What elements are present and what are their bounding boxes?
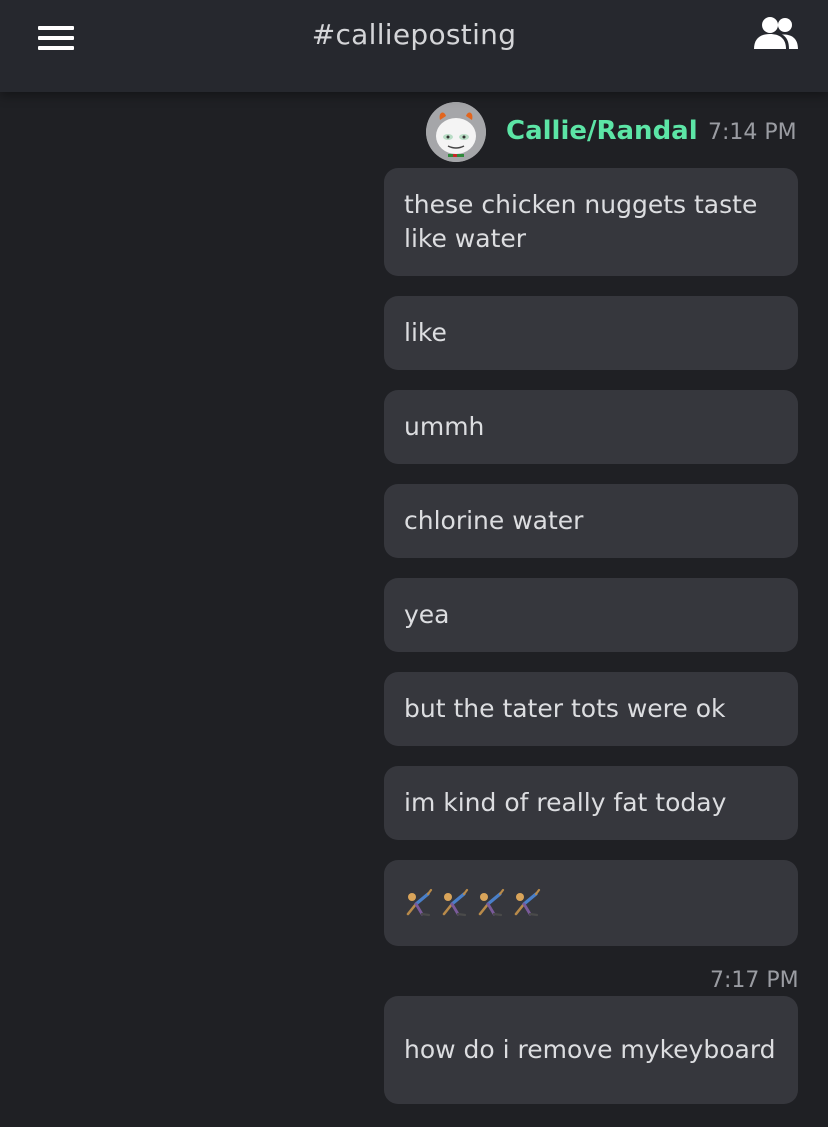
message-bubble[interactable]: but the tater tots were ok xyxy=(384,672,798,746)
person-cartwheeling-emoji xyxy=(514,888,541,917)
message-text: how do i remove mykeyboard xyxy=(404,1035,776,1064)
message-text: im kind of really fat today xyxy=(404,788,727,817)
person-cartwheeling-emoji xyxy=(406,888,433,917)
message-timestamp: 7:17 PM xyxy=(710,968,799,993)
message-timestamp: 7:14 PM xyxy=(708,120,797,145)
message-bubble[interactable]: yea xyxy=(384,578,798,652)
person-cartwheeling-emoji xyxy=(442,888,469,917)
message-bubble[interactable]: how do i remove mykeyboard xyxy=(384,996,798,1104)
message-text: but the tater tots were ok xyxy=(404,694,726,723)
emoji-message-bubble[interactable] xyxy=(384,860,798,946)
message-bubble[interactable]: im kind of really fat today xyxy=(384,766,798,840)
message-feed: Callie/Randal 7:14 PM these chicken nugg… xyxy=(0,92,828,1127)
emoji-row xyxy=(404,888,542,918)
top-bar: #callieposting xyxy=(0,0,828,92)
message-text: chlorine water xyxy=(404,506,584,535)
message-text: ummh xyxy=(404,412,485,441)
message-bubble[interactable]: these chicken nuggets taste like water xyxy=(384,168,798,276)
channel-title: #callieposting xyxy=(311,18,517,51)
message-text: yea xyxy=(404,600,450,629)
message-text: like xyxy=(404,318,447,347)
members-icon[interactable] xyxy=(752,16,808,58)
message-bubble[interactable]: like xyxy=(384,296,798,370)
message-text: these chicken nuggets taste like water xyxy=(404,190,758,253)
avatar[interactable] xyxy=(426,102,486,162)
message-bubble[interactable]: chlorine water xyxy=(384,484,798,558)
person-cartwheeling-emoji xyxy=(478,888,505,917)
message-bubble[interactable]: ummh xyxy=(384,390,798,464)
author-name[interactable]: Callie/Randal xyxy=(506,116,698,146)
